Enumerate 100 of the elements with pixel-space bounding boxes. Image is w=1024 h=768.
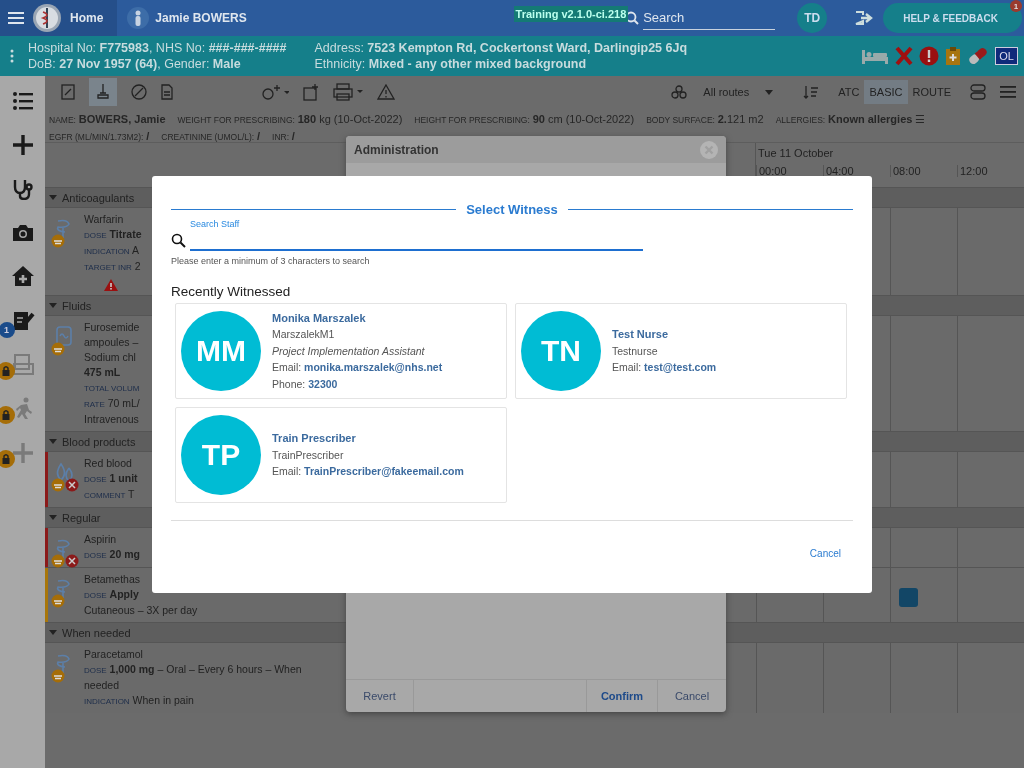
info-label: NAME: [49, 115, 76, 125]
status-badge-icon [51, 669, 65, 683]
initials-avatar: MM [181, 311, 261, 391]
house-icon[interactable] [10, 264, 35, 288]
more-icon[interactable] [10, 49, 14, 63]
status-badge-icon [51, 234, 65, 248]
info-value: 2.121 m2 [717, 113, 764, 125]
medication-detail: Intravenous [84, 412, 139, 427]
sort-icon[interactable] [803, 85, 820, 99]
staff-username: MarszalekM1 [272, 327, 336, 343]
medication-detail: TOTAL VOLUM [84, 383, 140, 395]
alert-icon [919, 46, 940, 66]
menu-icon[interactable] [1000, 86, 1016, 98]
info-value: 180 kg (10-Oct-2022) [297, 113, 403, 125]
help-feedback-button[interactable]: HELP & FEEDBACK 1 [883, 3, 1022, 33]
user-avatar[interactable]: TD [797, 3, 828, 33]
medication-detail: 475 mL [84, 365, 121, 380]
info-label: ALLERGIES: [775, 115, 826, 125]
patient-crumb[interactable]: Jamie BOWERS [117, 0, 257, 36]
logo-icon [32, 3, 62, 33]
field-label: Search Staff [190, 219, 241, 229]
info-value: / [257, 130, 261, 142]
staff-card[interactable]: TN Test Nurse Testnurse Email: test@test.com [515, 303, 847, 399]
dialog-button[interactable]: Revert [346, 680, 414, 712]
section-title: Regular [62, 511, 101, 524]
status-badge-icon [51, 594, 65, 608]
medication-detail: Cutaneous – 3X per day [84, 603, 198, 618]
medication-detail: INDICATION When in pain [84, 693, 194, 708]
medication-detail: DOSE 1 unit [84, 471, 138, 486]
staff-username: TrainPrescriber [272, 447, 345, 463]
section-title: When needed [62, 626, 131, 639]
staff-card[interactable]: MM Monika Marszalek MarszalekM1 Project Implementation Assistant Email: monika.marszalek@nhs.net Phone: 32300 [175, 303, 507, 399]
info-value: BOWERS, Jamie [78, 113, 166, 125]
medication-detail: DOSE 20 mg [84, 547, 140, 562]
dose-marker[interactable] [899, 588, 918, 607]
initials-avatar: TP [181, 415, 261, 495]
section-heading: Recently Witnessed [171, 284, 292, 299]
status-badge-icon [51, 554, 65, 568]
staff-name: Monika Marszalek [272, 310, 367, 326]
bed-icon [861, 47, 890, 65]
dialog-title: Administration [354, 142, 439, 157]
home-crumb[interactable]: Home [0, 0, 118, 36]
patient-detail: Address: 7523 Kempton Rd, Cockertonst Ward, Darlingip25 6Jq [314, 41, 688, 55]
medication-name: Furosemide [84, 320, 140, 335]
home-link[interactable]: Home [70, 11, 104, 25]
time-label: 08:00 [890, 165, 957, 177]
initials-avatar: TN [521, 311, 601, 391]
staff-name: Train Prescriber [272, 431, 357, 447]
menu-icon[interactable] [8, 12, 24, 24]
medication-detail: DOSE 1,000 mg – Oral – Every 6 hours – When needed [84, 662, 303, 693]
info-value: / [146, 130, 150, 142]
dialog-title: Select Witness [466, 202, 558, 217]
patient-detail: Ethnicity: Mixed - any other mixed background [314, 57, 588, 71]
staff-detail: Phone: 32300 [272, 376, 339, 392]
medication-name: Aspirin [84, 532, 117, 547]
info-label: BODY SURFACE: [646, 115, 715, 125]
view-tab[interactable]: ATC [833, 80, 865, 104]
timeline-date: Tue 11 October [757, 146, 835, 161]
staff-name: Test Nurse [612, 327, 670, 343]
medication-detail: DOSE Titrate [84, 227, 142, 242]
info-label: EGFR (ML/MIN/1.73M2): [49, 132, 144, 142]
medication-detail: DOSE Apply [84, 587, 139, 602]
patient-name: Jamie BOWERS [155, 11, 247, 25]
section-title: Blood products [62, 435, 136, 448]
cross-icon[interactable] [10, 440, 35, 464]
hand-tool-button[interactable] [89, 78, 117, 106]
plus-icon[interactable] [10, 132, 35, 156]
medication-name: Paracetamol [84, 647, 143, 662]
view-tab[interactable]: BASIC [864, 80, 908, 104]
section-title: Anticoagulants [62, 191, 135, 204]
status-badge-icon [51, 478, 65, 492]
status-badge-icon [51, 342, 65, 356]
printer-icon[interactable] [333, 83, 363, 101]
notification-badge: 1 [1010, 0, 1022, 12]
info-label: HEIGHT FOR PRESCRIBING: [414, 115, 530, 125]
cancel-button[interactable]: Cancel [803, 547, 847, 560]
medication-name: Red blood [84, 456, 132, 471]
staff-role: Project Implementation Assistant [272, 343, 426, 359]
info-value: / [291, 130, 295, 142]
version-label: Training v2.1.0-ci.218 [513, 6, 629, 22]
group-icon[interactable] [970, 84, 986, 100]
confirm-button[interactable]: Confirm [586, 680, 658, 712]
medication-detail: INDICATION A [84, 243, 139, 258]
status-badge: OL [995, 47, 1018, 65]
medication-name: Warfarin [84, 212, 124, 227]
document-icon[interactable] [161, 84, 173, 100]
search-field[interactable]: Search [643, 6, 776, 30]
staff-card[interactable]: TP Train Prescriber TrainPrescriber Email: TrainPrescriber@fakeemail.com [175, 407, 507, 503]
warning-icon[interactable] [377, 84, 395, 100]
staff-detail: Email: monika.marszalek@nhs.net [272, 360, 443, 376]
view-tab[interactable]: ROUTE [907, 80, 956, 104]
cross-icon [895, 46, 914, 66]
caret-icon [765, 89, 774, 95]
dialog-button[interactable]: Cancel [658, 680, 726, 712]
routes-dropdown[interactable]: All routes [665, 84, 780, 100]
fluid-icon [53, 326, 75, 347]
search-icon [171, 232, 186, 248]
medication-detail: RATE 70 mL/ [84, 396, 140, 411]
time-label: 12:00 [957, 165, 1024, 177]
patient-detail: Hospital No: F775983, NHS No: ###-###-#### [28, 41, 287, 55]
